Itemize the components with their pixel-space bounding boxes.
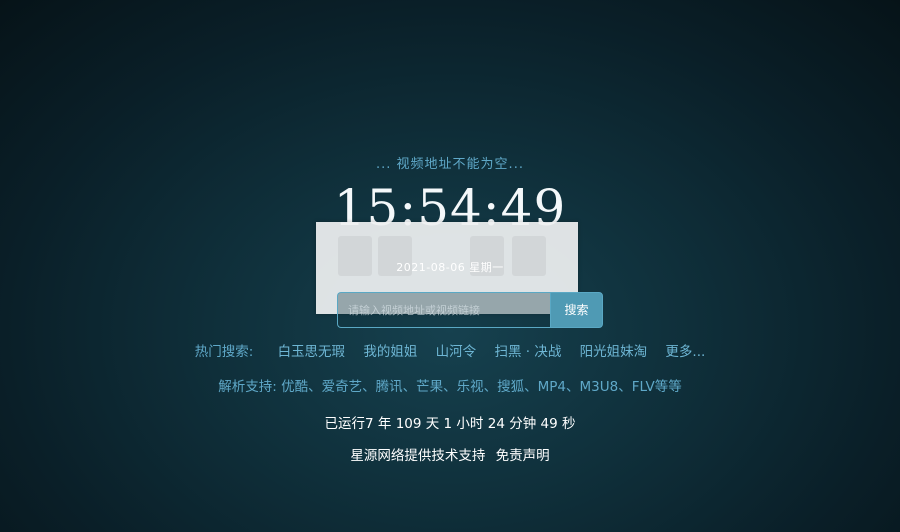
hot-search-link[interactable]: 我的姐姐 <box>363 344 417 360</box>
provider-credit: 星源网络提供技术支持 <box>350 448 486 464</box>
hot-search-link[interactable]: 山河令 <box>436 344 477 360</box>
footer: 星源网络提供技术支持 免责声明 <box>0 446 900 466</box>
status-notice: ... 视频地址不能为空... <box>376 157 524 172</box>
search-button[interactable]: 搜索 <box>550 292 603 328</box>
supported-platforms: 解析支持: 优酷、爱奇艺、腾讯、芒果、乐视、搜狐、MP4、M3U8、FLV等等 <box>218 379 682 395</box>
hot-search-link[interactable]: 白玉思无瑕 <box>278 344 346 360</box>
date-display: 2021-08-06 星期一 <box>396 261 504 274</box>
uptime-counter: 已运行7 年 109 天 1 小时 24 分钟 49 秒 <box>324 416 576 432</box>
hot-search-link[interactable]: 扫黑 · 决战 <box>494 344 561 360</box>
hot-search-row: 热门搜索: 白玉思无瑕 我的姐姐 山河令 扫黑 · 决战 阳光姐妹淘 更多... <box>0 342 900 362</box>
hot-search-label: 热门搜索: <box>194 344 254 360</box>
search-input[interactable] <box>337 292 550 328</box>
hot-search-more-link[interactable]: 更多... <box>665 344 705 360</box>
hot-search-link[interactable]: 阳光姐妹淘 <box>580 344 648 360</box>
disclaimer-link[interactable]: 免责声明 <box>496 448 550 464</box>
